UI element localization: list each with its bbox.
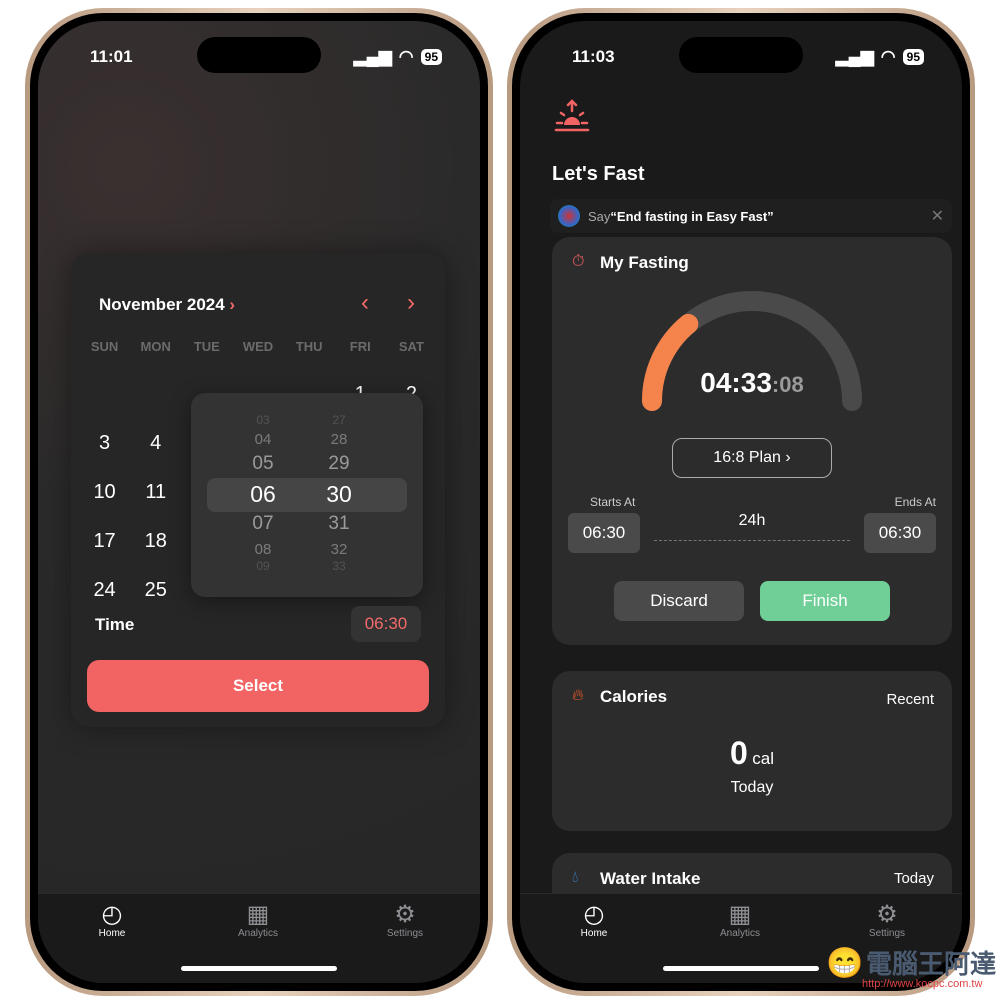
flame-icon: 🔥︎	[572, 687, 584, 704]
minute-option[interactable]: 30	[309, 481, 369, 508]
hour-option[interactable]: 08	[233, 541, 293, 558]
battery-icon: 95	[902, 49, 924, 65]
dynamic-island	[197, 37, 321, 73]
status-icons: ▂▄▆ ◠ 95	[836, 47, 924, 67]
ends-label: Ends At	[894, 495, 936, 509]
minute-option[interactable]: 27	[309, 413, 369, 427]
time-wheel-picker[interactable]: 03 04 05 06 07 08 09 27 28 29 30 31 32 33	[191, 393, 423, 597]
tab-home[interactable]: ◴ Home	[72, 900, 152, 939]
next-month-button[interactable]: ›	[407, 289, 415, 317]
status-time: 11:03	[572, 47, 615, 66]
battery-icon: 95	[420, 49, 442, 65]
wifi-icon: ◠	[880, 47, 896, 66]
today-link[interactable]: Today	[894, 870, 934, 887]
end-time-button[interactable]: 06:30	[864, 513, 936, 553]
prev-month-button[interactable]: ‹	[361, 289, 369, 317]
hour-option[interactable]: 09	[233, 559, 293, 573]
hour-option[interactable]: 05	[233, 453, 293, 475]
starts-label: Starts At	[590, 495, 636, 509]
watermark-logo: 😁 電腦王阿達 http://www.kocpc.com.tw	[826, 947, 997, 990]
calendar-day	[79, 383, 130, 406]
timer-icon: ◴	[101, 901, 123, 928]
right-phone: 11:03 ▂▄▆ ◠ 95 Let's Fast Say “End fasting…	[507, 8, 975, 996]
left-phone: 11:01 ▂▄▆ ◠ 95 November 2024 › ‹ › SUN MON T…	[25, 8, 493, 996]
tab-settings[interactable]: ⚙ Settings	[365, 900, 445, 939]
calendar-day[interactable]: 24	[79, 579, 130, 602]
hour-option[interactable]: 07	[233, 513, 293, 535]
minute-option[interactable]: 31	[309, 513, 369, 535]
my-fasting-card: ⏱ My Fasting 04:33:08 16:8 Plan › Starts…	[552, 237, 952, 645]
hour-option[interactable]: 06	[233, 481, 293, 508]
hour-option[interactable]: 03	[233, 413, 293, 427]
chevron-right-icon: ›	[229, 295, 236, 314]
calendar-day[interactable]: 3	[79, 432, 130, 455]
home-indicator	[663, 966, 819, 971]
calendar-day	[130, 383, 181, 406]
elapsed-timer: 04:33:08	[700, 367, 804, 398]
minute-option[interactable]: 33	[309, 559, 369, 573]
date-picker-popup: November 2024 › ‹ › SUN MON TUE WED THU FRI SA…	[71, 253, 445, 727]
card-title: Water Intake	[600, 869, 701, 888]
water-drop-icon: 💧︎	[572, 869, 579, 886]
gear-icon: ⚙	[394, 901, 416, 928]
dynamic-island	[679, 37, 803, 73]
tab-analytics[interactable]: ▦ Analytics	[700, 900, 780, 939]
signal-icon: ▂▄▆	[835, 47, 874, 66]
fasting-progress-gauge	[642, 291, 862, 411]
plan-button[interactable]: 16:8 Plan ›	[672, 438, 832, 478]
calendar-day[interactable]: 4	[130, 432, 181, 455]
grid-icon: ▦	[728, 901, 752, 928]
minute-option[interactable]: 32	[309, 541, 369, 558]
finish-button[interactable]: Finish	[760, 581, 890, 621]
discard-button[interactable]: Discard	[614, 581, 744, 621]
card-title: Calories	[600, 687, 668, 706]
signal-icon: ▂▄▆	[353, 47, 392, 66]
weekday-header: SUN MON TUE WED THU FRI SAT	[90, 339, 424, 354]
tab-home[interactable]: ◴ Home	[554, 900, 634, 939]
calendar-day[interactable]: 17	[79, 530, 130, 553]
home-indicator	[181, 966, 337, 971]
duration-line	[654, 540, 850, 541]
calendar-day[interactable]: 11	[130, 481, 181, 504]
tab-analytics[interactable]: ▦ Analytics	[218, 900, 298, 939]
time-label: Time	[95, 615, 135, 634]
tab-bar: ◴ Home ▦ Analytics ⚙ Settings	[38, 893, 480, 983]
select-button[interactable]: Select	[87, 660, 429, 712]
tab-settings[interactable]: ⚙ Settings	[847, 900, 927, 939]
recent-link[interactable]: Recent	[886, 691, 934, 708]
start-time-button[interactable]: 06:30	[568, 513, 640, 553]
gear-icon: ⚙	[876, 901, 898, 928]
calories-period: Today	[730, 779, 774, 796]
siri-icon	[558, 205, 580, 227]
month-selector[interactable]: November 2024 ›	[99, 295, 235, 315]
minute-option[interactable]: 29	[309, 453, 369, 475]
card-title: My Fasting	[600, 253, 689, 272]
calendar-day[interactable]: 10	[79, 481, 130, 504]
calories-value: 0 cal	[730, 735, 774, 771]
calories-card: 🔥︎ Calories Recent 0 cal Today	[552, 671, 952, 831]
page-title: Let's Fast	[552, 163, 645, 185]
stopwatch-icon: ⏱	[572, 253, 585, 270]
calendar-day[interactable]: 25	[130, 579, 181, 602]
calendar-day[interactable]: 18	[130, 530, 181, 553]
duration-label: 24h	[738, 512, 766, 529]
status-time: 11:01	[90, 47, 133, 66]
close-icon[interactable]: ✕	[931, 206, 944, 226]
mascot-icon: 😁	[826, 947, 864, 980]
hour-option[interactable]: 04	[233, 431, 293, 448]
minute-option[interactable]: 28	[309, 431, 369, 448]
grid-icon: ▦	[246, 901, 270, 928]
right-screen: 11:03 ▂▄▆ ◠ 95 Let's Fast Say “End fasting…	[520, 21, 962, 983]
siri-suggestion-banner[interactable]: Say “End fasting in Easy Fast” ✕	[550, 199, 952, 233]
status-icons: ▂▄▆ ◠ 95	[354, 47, 442, 67]
time-value-button[interactable]: 06:30	[351, 606, 421, 642]
timer-icon: ◴	[583, 901, 605, 928]
left-screen: 11:01 ▂▄▆ ◠ 95 November 2024 › ‹ › SUN MON T…	[38, 21, 480, 983]
sunrise-icon	[554, 99, 590, 132]
wifi-icon: ◠	[398, 47, 414, 66]
